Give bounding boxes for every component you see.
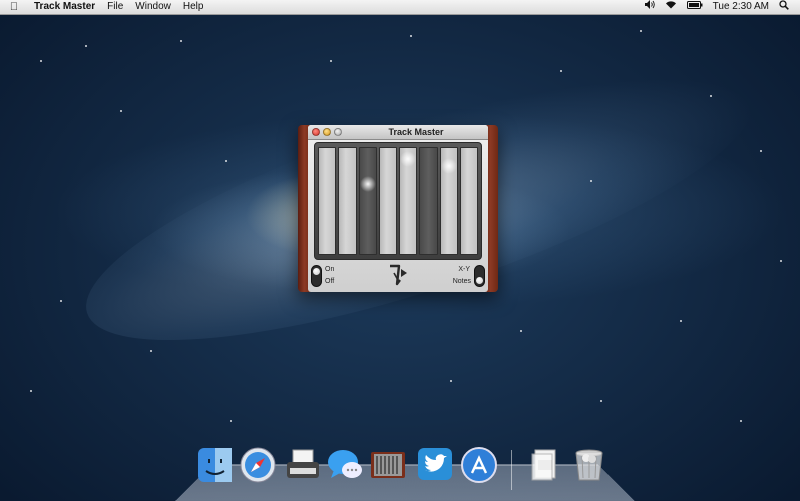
track-master-logo-icon <box>390 264 407 286</box>
xy-label: X-Y <box>458 266 470 273</box>
battery-icon[interactable] <box>682 0 708 14</box>
star <box>120 110 122 112</box>
menu-help[interactable]: Help <box>177 0 210 14</box>
app-store-icon[interactable] <box>460 446 498 484</box>
safari-icon[interactable] <box>239 446 277 484</box>
typewriter-icon[interactable] <box>284 446 322 484</box>
star <box>710 95 712 97</box>
star <box>760 150 762 152</box>
star <box>680 320 682 322</box>
track-master-window: Track Master On Off X-Y Notes <box>298 125 498 292</box>
track-slot-3[interactable] <box>358 147 377 255</box>
menu-file[interactable]: File <box>101 0 129 14</box>
window-titlebar[interactable]: Track Master <box>308 125 488 140</box>
star <box>520 330 522 332</box>
star <box>450 380 452 382</box>
toggle-knob <box>476 277 483 284</box>
trash-icon[interactable] <box>570 446 608 484</box>
star <box>640 30 642 32</box>
on-label: On <box>325 266 335 273</box>
toggle-knob <box>313 268 320 275</box>
twitter-icon[interactable] <box>416 446 454 484</box>
star <box>560 70 562 72</box>
track-slot-6[interactable] <box>419 147 438 255</box>
star <box>225 160 227 162</box>
star <box>180 40 182 42</box>
power-toggle[interactable] <box>311 265 322 287</box>
menu-clock[interactable]: Tue 2:30 AM <box>708 0 774 14</box>
menu-window[interactable]: Window <box>129 0 177 14</box>
track-slot-4[interactable] <box>378 147 397 255</box>
control-bar: On Off X-Y Notes <box>308 263 488 292</box>
star <box>30 390 32 392</box>
track-slot-5[interactable] <box>399 147 418 255</box>
close-button[interactable] <box>312 128 320 136</box>
status-area: Tue 2:30 AM <box>640 0 800 15</box>
touch-glow <box>359 176 376 192</box>
wifi-icon[interactable] <box>660 0 682 14</box>
star <box>60 300 62 302</box>
menu-bar:  Track Master File Window Help Tue 2:30… <box>0 0 800 15</box>
star <box>330 60 332 62</box>
star <box>230 420 232 422</box>
zoom-button[interactable] <box>334 128 342 136</box>
track-slot-8[interactable] <box>459 147 478 255</box>
minimize-button[interactable] <box>323 128 331 136</box>
window-title: Track Master <box>388 127 444 137</box>
menu-app-name[interactable]: Track Master <box>28 0 101 14</box>
finder-icon[interactable] <box>196 446 234 484</box>
star <box>590 180 592 182</box>
track-slot-7[interactable] <box>439 147 458 255</box>
track-slot-1[interactable] <box>318 147 337 255</box>
documents-icon[interactable] <box>526 446 564 484</box>
messages-icon[interactable] <box>326 446 364 484</box>
star <box>40 60 42 62</box>
star <box>740 420 742 422</box>
star <box>600 400 602 402</box>
track-panel <box>314 142 482 260</box>
star <box>150 350 152 352</box>
touch-glow <box>440 158 457 174</box>
speaker-icon[interactable] <box>640 0 660 14</box>
star <box>780 260 782 262</box>
star <box>410 35 412 37</box>
track-master-icon[interactable] <box>369 446 407 484</box>
off-label: Off <box>325 278 335 285</box>
touch-glow <box>400 151 417 167</box>
apple-icon[interactable]:  <box>0 1 28 13</box>
window-body: Track Master On Off X-Y Notes <box>308 125 488 292</box>
star <box>85 45 87 47</box>
track-slot-2[interactable] <box>338 147 357 255</box>
notes-label: Notes <box>452 278 471 285</box>
mode-toggle[interactable] <box>474 265 485 287</box>
spotlight-icon[interactable] <box>774 0 794 15</box>
dock-separator <box>511 450 512 490</box>
